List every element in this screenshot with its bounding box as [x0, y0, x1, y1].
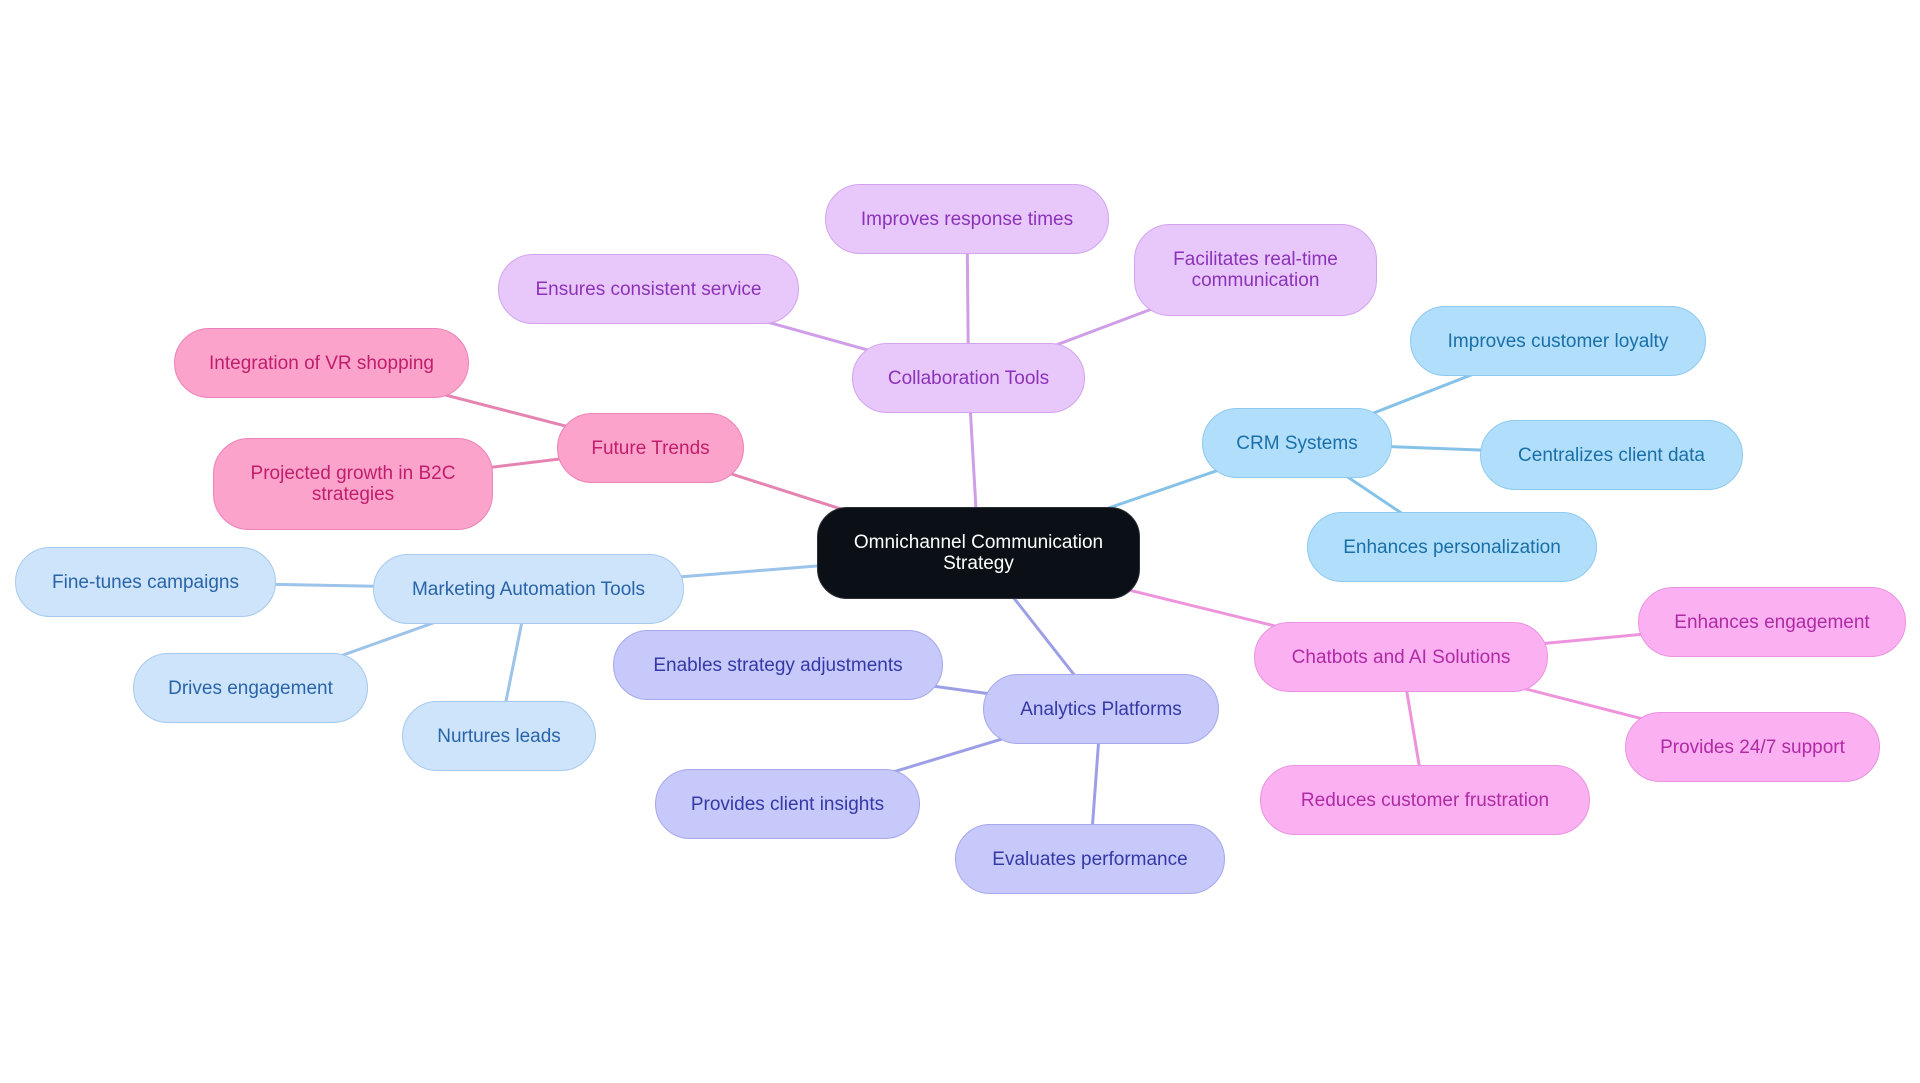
branch-collaboration-tools[interactable]: Collaboration Tools: [852, 343, 1085, 413]
branch-future-trends[interactable]: Future Trends: [557, 413, 744, 483]
branch-analytics-platforms[interactable]: Analytics Platforms: [983, 674, 1219, 744]
branch-marketing-automation[interactable]: Marketing Automation Tools: [373, 554, 684, 624]
leaf-facilitates-real-time-communication[interactable]: Facilitates real-time communication: [1134, 224, 1377, 316]
leaf-enables-strategy-adjustments[interactable]: Enables strategy adjustments: [613, 630, 943, 700]
leaf-improves-customer-loyalty[interactable]: Improves customer loyalty: [1410, 306, 1706, 376]
branch-chatbots-ai[interactable]: Chatbots and AI Solutions: [1254, 622, 1548, 692]
leaf-drives-engagement[interactable]: Drives engagement: [133, 653, 368, 723]
leaf-provides-24-7-support[interactable]: Provides 24/7 support: [1625, 712, 1880, 782]
leaf-integration-vr-shopping[interactable]: Integration of VR shopping: [174, 328, 469, 398]
branch-crm-systems[interactable]: CRM Systems: [1202, 408, 1392, 478]
leaf-reduces-customer-frustration[interactable]: Reduces customer frustration: [1260, 765, 1590, 835]
leaf-provides-client-insights[interactable]: Provides client insights: [655, 769, 920, 839]
root-node[interactable]: Omnichannel Communication Strategy: [817, 507, 1140, 599]
leaf-projected-growth-b2c[interactable]: Projected growth in B2C strategies: [213, 438, 493, 530]
leaf-enhances-personalization[interactable]: Enhances personalization: [1307, 512, 1597, 582]
leaf-ensures-consistent-service[interactable]: Ensures consistent service: [498, 254, 799, 324]
leaf-centralizes-client-data[interactable]: Centralizes client data: [1480, 420, 1743, 490]
leaf-evaluates-performance[interactable]: Evaluates performance: [955, 824, 1225, 894]
leaf-nurtures-leads[interactable]: Nurtures leads: [402, 701, 596, 771]
leaf-improves-response-times[interactable]: Improves response times: [825, 184, 1109, 254]
leaf-fine-tunes-campaigns[interactable]: Fine-tunes campaigns: [15, 547, 276, 617]
leaf-enhances-engagement[interactable]: Enhances engagement: [1638, 587, 1906, 657]
